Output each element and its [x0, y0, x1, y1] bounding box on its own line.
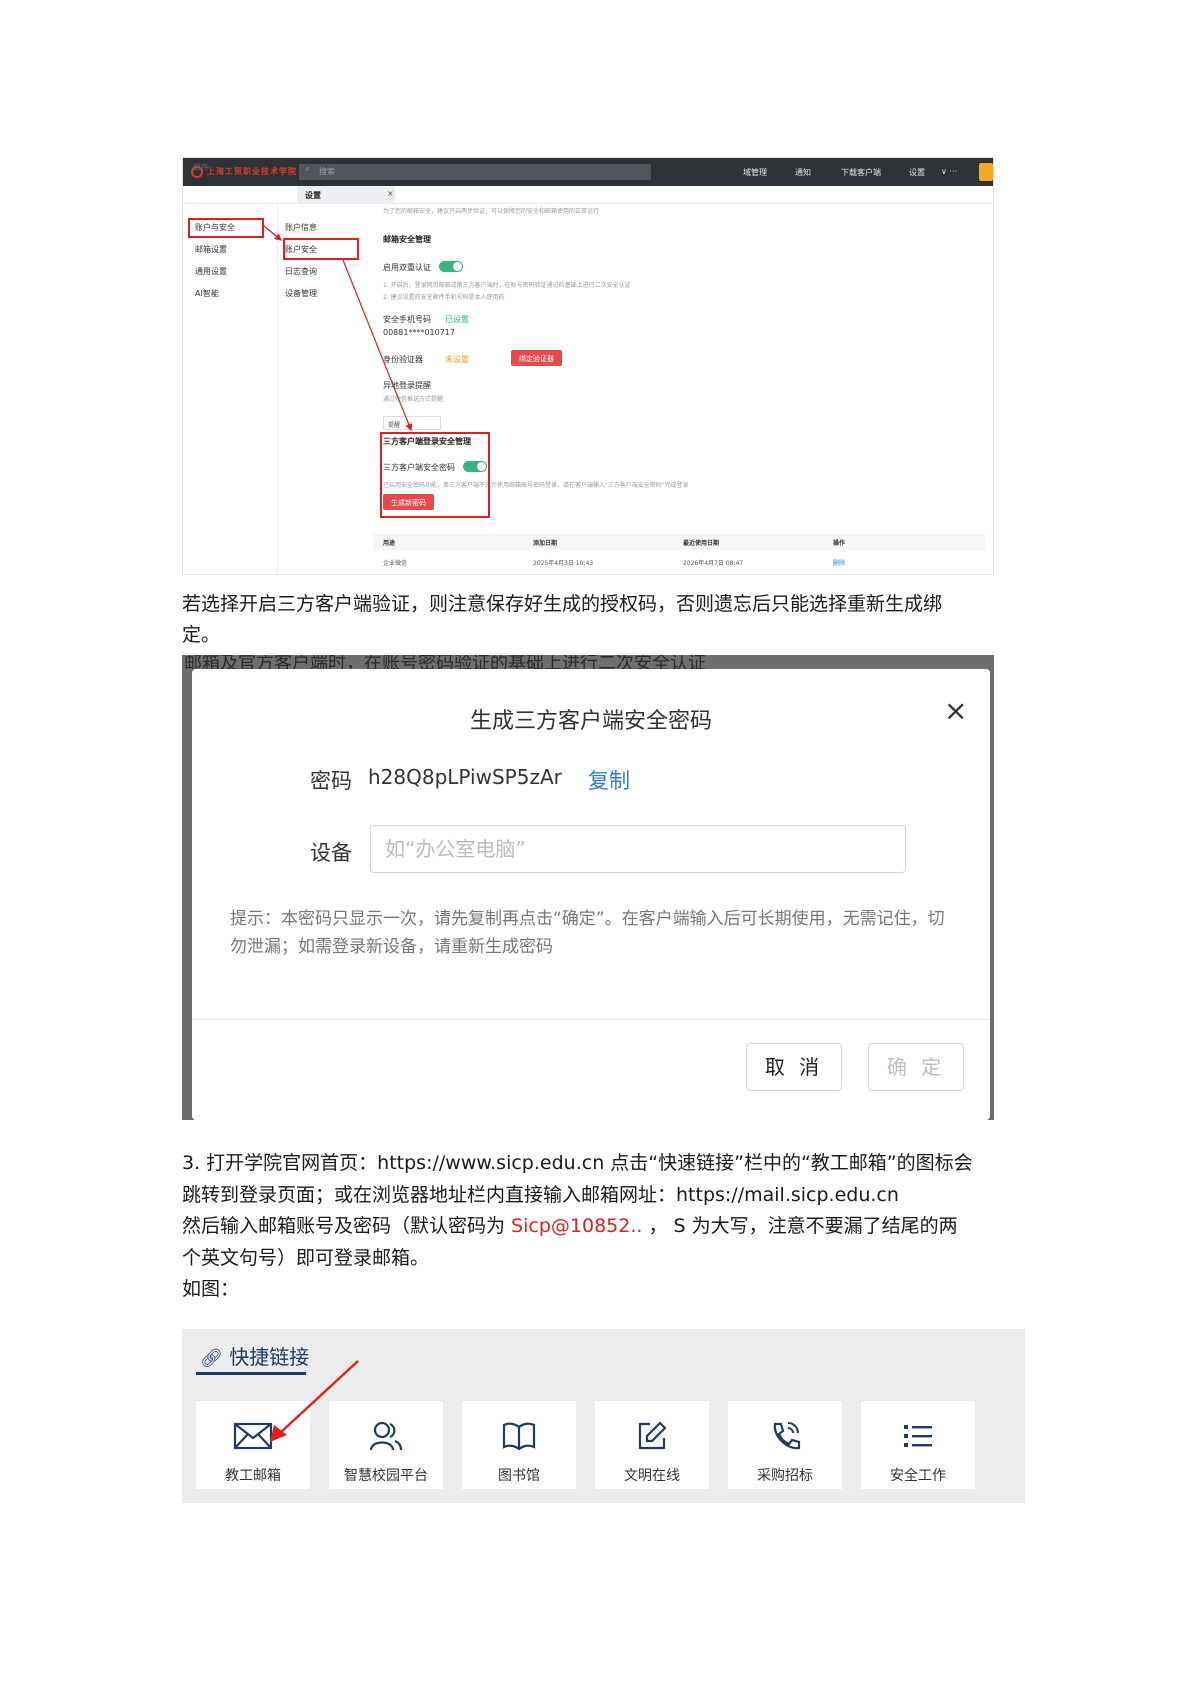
line-3-pre: 然后输入邮箱账号及密码（默认密码为 [182, 1215, 512, 1237]
generate-password-dialog: 生成三方客户端安全密码 × 密码 h28Q8pLPiwSP5zAr 复制 设备 … [192, 669, 990, 1120]
dialog-footer-divider [192, 1019, 990, 1020]
paragraph-1-line-2: 定。 [182, 624, 221, 646]
copy-link[interactable]: 复制 [588, 765, 630, 795]
paragraph-2-line-2: 跳转到登录页面；或在浏览器地址栏内直接输入邮箱网址：https://mail.s… [182, 1184, 899, 1206]
dialog-overlay-edge [182, 669, 192, 1120]
confirm-button[interactable]: 确 定 [868, 1043, 964, 1091]
mail-settings-screenshot: 上海工贸职业技术学院 ⌕ 搜索 域管理 通知 下载客户端 设置 ∨ ··· 邮件… [182, 157, 994, 575]
paragraph-2-line-1: 3. 打开学院官网首页：https://www.sicp.edu.cn 点击“快… [182, 1152, 973, 1174]
dialog-hint: 提示：本密码只显示一次，请先复制再点击“确定”。在客户端输入后可长期使用，无需记… [230, 909, 945, 957]
paragraph-2-line-5: 如图： [182, 1278, 240, 1300]
dialog-title: 生成三方客户端安全密码 [469, 709, 712, 734]
annotation-arrows [263, 225, 413, 432]
password-value: h28Q8pLPiwSP5zAr [368, 765, 562, 789]
cancel-button[interactable]: 取 消 [746, 1043, 842, 1091]
paragraph-1-line-1: 若选择开启三方客户端验证，则注意保存好生成的授权码，否则遗忘后只能选择重新生成绑 [182, 593, 943, 615]
close-icon[interactable]: × [944, 697, 967, 725]
device-input[interactable] [370, 825, 906, 873]
quick-links-screenshot: 🔗︎ 快捷链接 教工邮箱 智慧校园平台 图书馆 文明在线 采购招标 安全工作 [182, 1329, 1025, 1503]
password-dialog-screenshot: 邮箱及官方客户端时，在账号密码验证的基础上进行二次安全认证 生成三方客户端安全密… [182, 655, 994, 1120]
arrow-to-mail-icon [270, 1360, 359, 1442]
device-label: 设备 [310, 841, 352, 865]
paragraph-2-line-3: 然后输入邮箱账号及密码（默认密码为 Sicp@10852.. ， S 为大写，注… [182, 1211, 958, 1242]
default-password: Sicp@10852.. [511, 1215, 643, 1237]
password-label: 密码 [310, 769, 352, 793]
paragraph-2-line-4: 个英文句号）即可登录邮箱。 [182, 1247, 430, 1269]
line-3-post: ， S 为大写，注意不要漏了结尾的两 [642, 1215, 958, 1237]
